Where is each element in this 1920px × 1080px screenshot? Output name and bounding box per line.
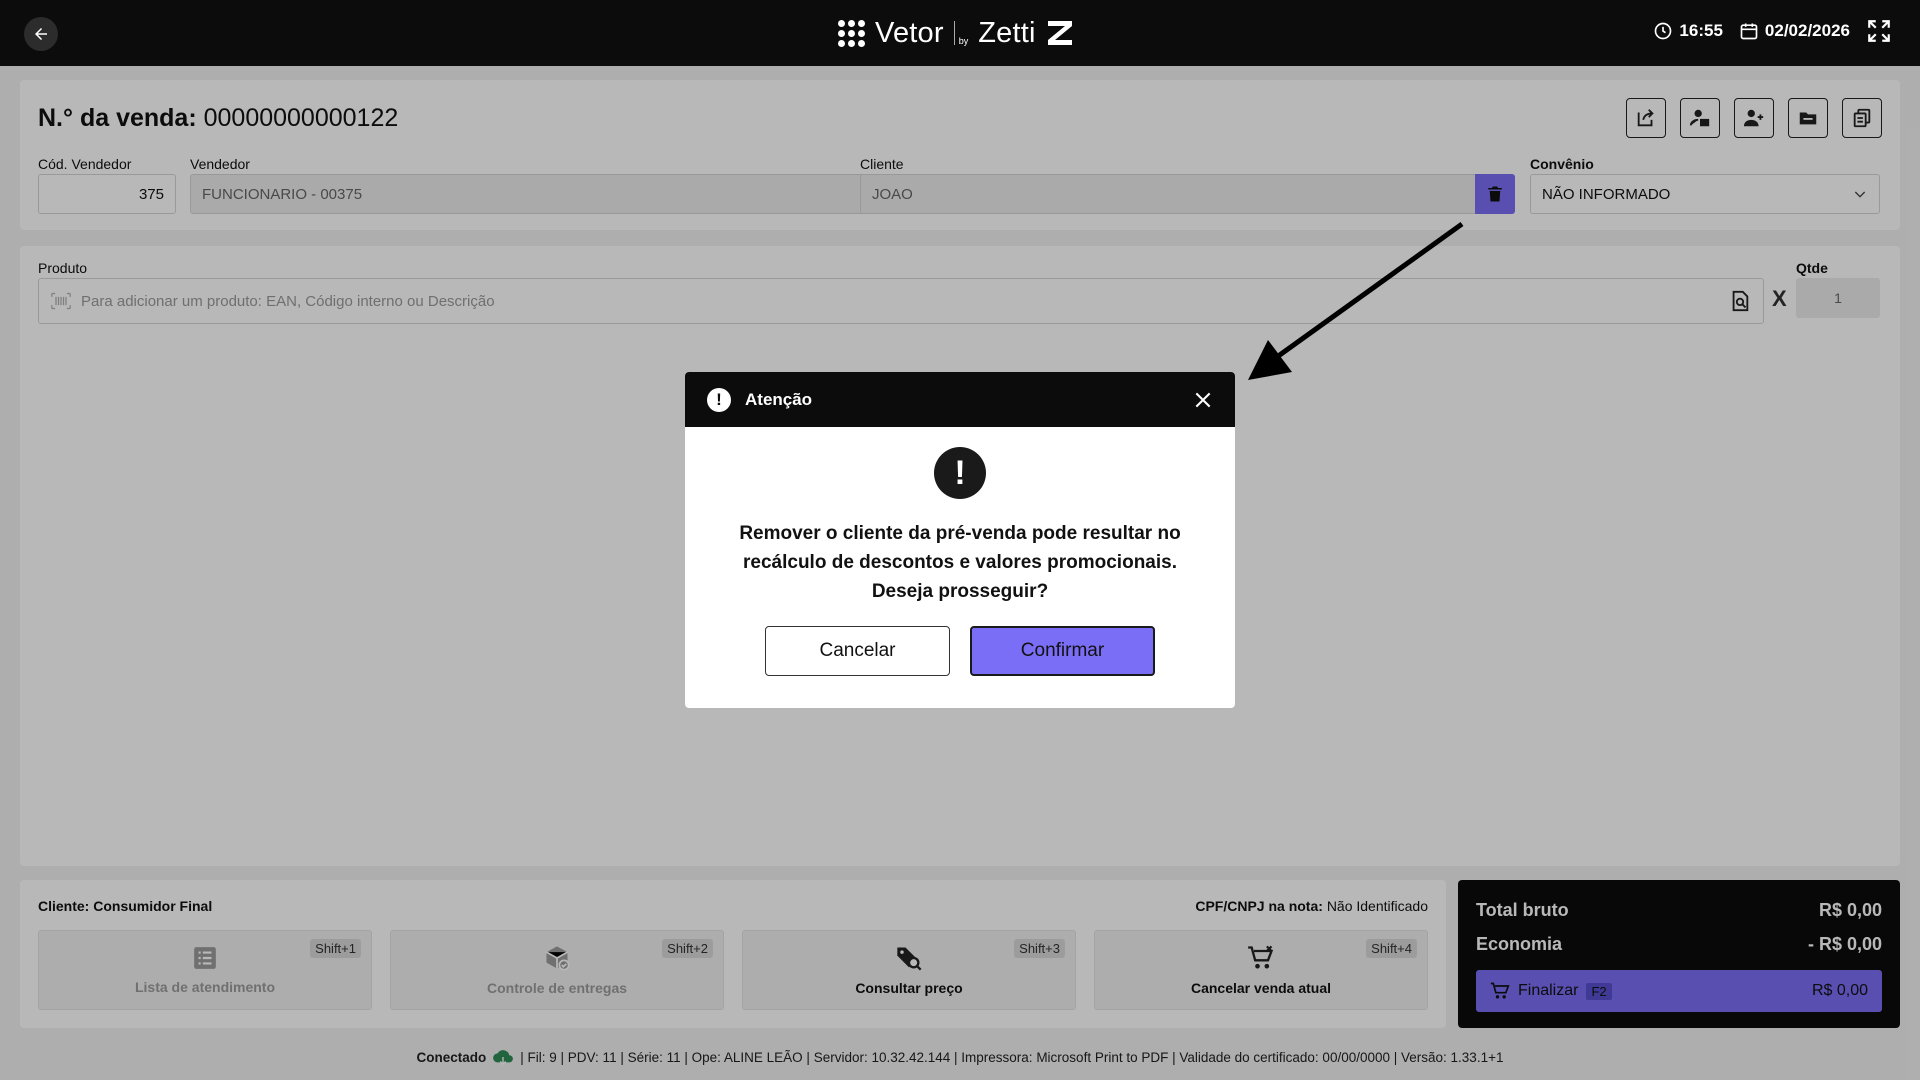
fullscreen-button[interactable] (1866, 18, 1892, 44)
top-right-info: 16:55 02/02/2026 (1645, 18, 1892, 44)
message-line-3: Deseja prosseguir? (871, 581, 1049, 602)
close-icon[interactable] (1193, 390, 1213, 410)
app-logo: Vetor by Zetti (838, 14, 1074, 52)
clock: 16:55 (1653, 21, 1723, 41)
time-text: 16:55 (1679, 21, 1723, 40)
brand-separator (953, 21, 955, 45)
date: 02/02/2026 (1739, 21, 1850, 41)
clock-icon (1655, 22, 1672, 40)
confirm-button[interactable]: Confirmar (970, 626, 1155, 676)
dialog-header: ! Atenção (685, 372, 1235, 427)
back-button[interactable] (24, 17, 58, 51)
dialog-message: Remover o cliente da pré-venda pode resu… (685, 519, 1235, 606)
brand-main: Vetor (875, 16, 944, 49)
attention-dialog: ! Atenção ! Remover o cliente da pré-ven… (685, 372, 1235, 708)
exclamation-icon: ! (707, 387, 731, 412)
message-line-2: recálculo de descontos e valores promoci… (743, 552, 1177, 573)
zetti-mark-icon (1047, 21, 1072, 45)
calendar-icon (1740, 23, 1758, 40)
date-text: 02/02/2026 (1764, 21, 1850, 40)
grid-logo-icon (838, 19, 865, 47)
brand-by: by (958, 36, 969, 46)
cancel-button[interactable]: Cancelar (765, 626, 950, 676)
arrow-left-icon (35, 28, 47, 40)
dialog-buttons: Cancelar Confirmar (685, 626, 1235, 676)
warning-icon: ! (934, 447, 986, 499)
message-line-1: Remover o cliente da pré-venda pode resu… (739, 523, 1181, 544)
dialog-title: Atenção (745, 389, 813, 409)
brand-sub: Zetti (978, 16, 1036, 49)
top-bar: Vetor by Zetti 16:55 02/02/2026 (0, 0, 1920, 66)
fullscreen-icon (1868, 20, 1890, 42)
